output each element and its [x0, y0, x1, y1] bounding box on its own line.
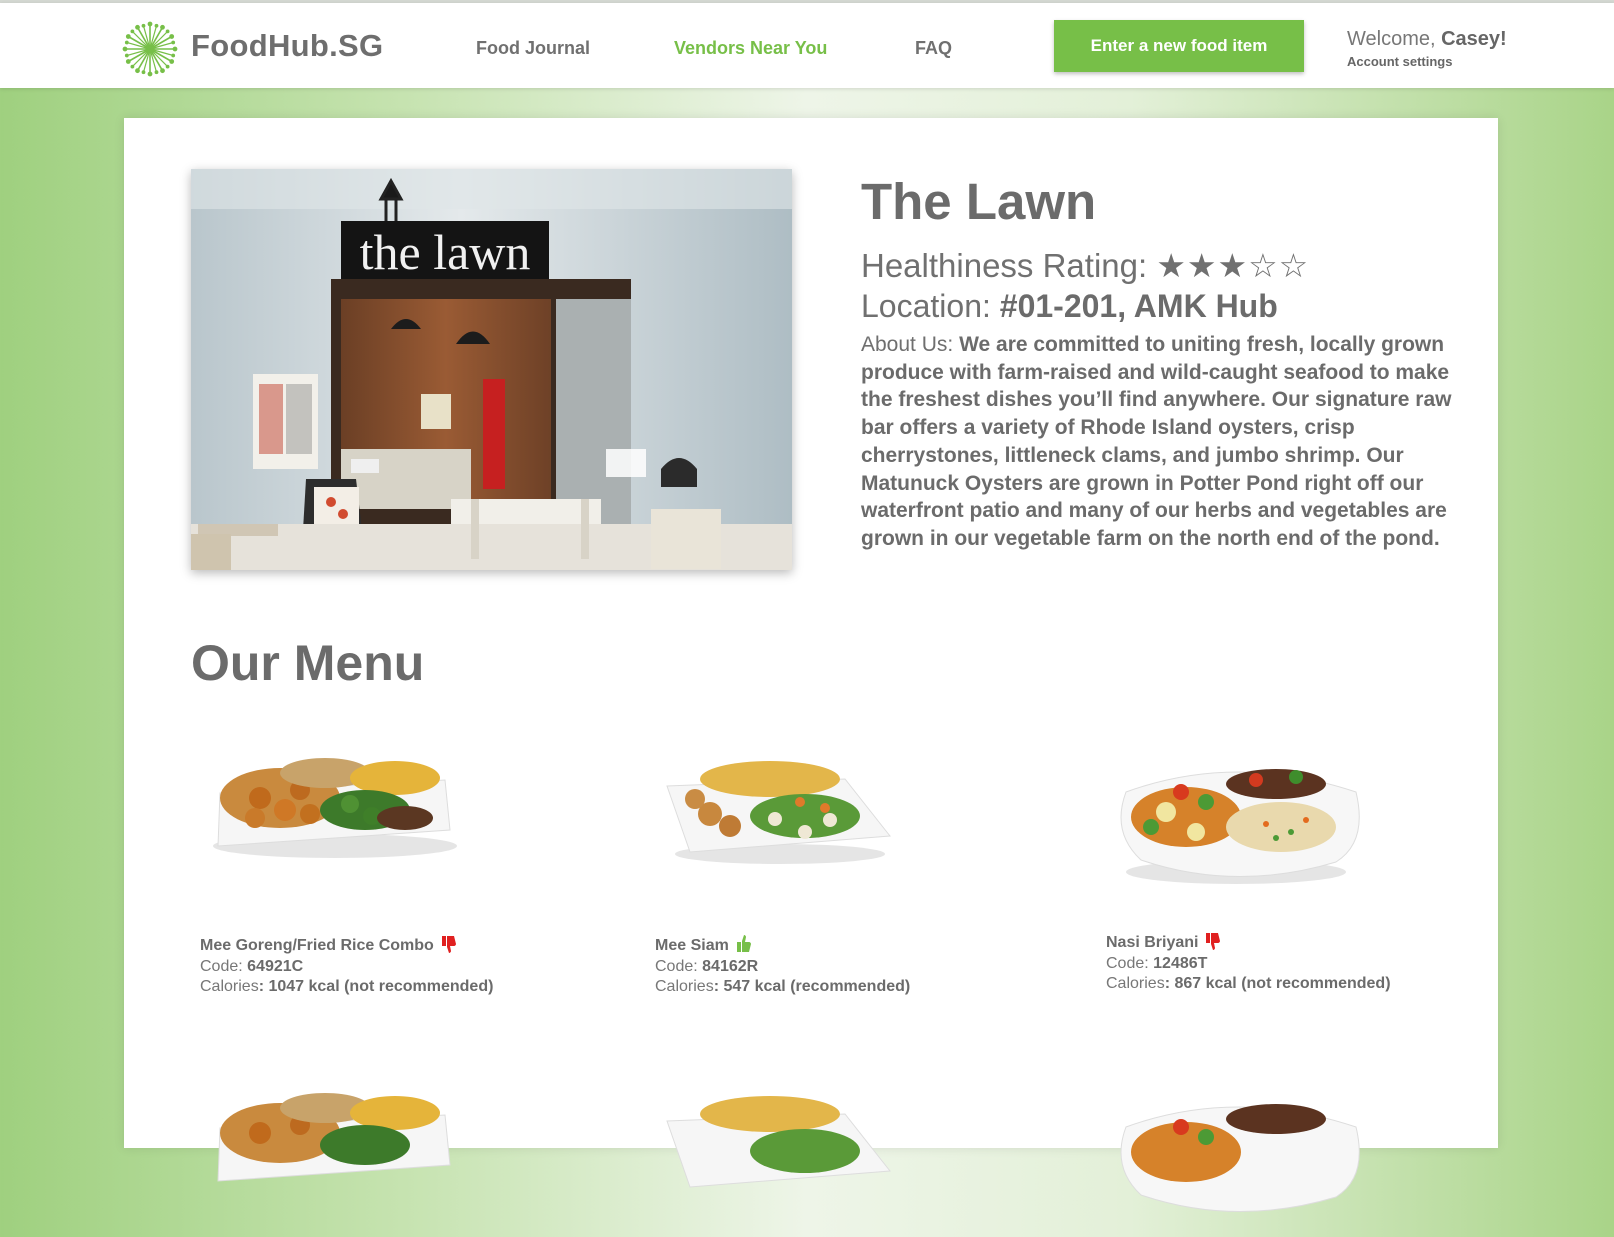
vendor-name: The Lawn: [861, 173, 1097, 230]
healthiness-rating: Healthiness Rating: ★★★☆☆: [861, 246, 1309, 285]
calories-label: Calories: [1106, 975, 1165, 992]
vendor-card: the lawn The Lawn Healthiness Rating: ★★…: [124, 118, 1498, 1212]
nav-faq[interactable]: FAQ: [915, 38, 952, 59]
menu-item-name: Mee Goreng/Fried Rice Combo: [200, 937, 434, 954]
vendor-photo: the lawn: [191, 169, 792, 570]
user-name: Casey!: [1441, 28, 1507, 50]
site-header: FoodHub.SG Food Journal Vendors Near You…: [0, 3, 1614, 88]
menu-item-calories: : 867 kcal (not recommended): [1164, 975, 1391, 992]
nav-food-journal[interactable]: Food Journal: [476, 38, 590, 59]
thumbs-down-icon: [1206, 933, 1221, 950]
rating-stars: ★★★☆☆: [1156, 247, 1310, 284]
code-label: Code:: [200, 957, 248, 975]
dish-image: [1120, 1104, 1360, 1212]
thumbs-down-icon: [441, 936, 456, 953]
vendor-location: Location: #01-201, AMK Hub: [861, 288, 1278, 325]
rating-label: Healthiness Rating:: [861, 247, 1157, 284]
location-value: #01-201, AMK Hub: [999, 288, 1278, 324]
welcome-message: Welcome, Casey!: [1347, 28, 1507, 51]
thumbs-up-icon: [736, 935, 751, 952]
about-us: About Us: We are committed to uniting fr…: [861, 331, 1481, 553]
menu-item-calories: : 1047 kcal (not recommended): [258, 978, 494, 995]
dish-image: [666, 761, 891, 864]
menu-item-code: 64921C: [247, 957, 304, 975]
enter-food-item-button[interactable]: Enter a new food item: [1054, 20, 1304, 72]
code-label: Code:: [655, 957, 703, 975]
dish-image: [213, 758, 457, 858]
location-label: Location:: [861, 288, 1000, 324]
nav-vendors-near-you[interactable]: Vendors Near You: [674, 38, 827, 59]
welcome-prefix: Welcome,: [1347, 28, 1442, 50]
menu-item-name: Mee Siam: [655, 937, 729, 954]
menu-item-calories: : 547 kcal (recommended): [713, 978, 911, 995]
about-text: We are committed to uniting fresh, local…: [861, 333, 1452, 550]
menu-item-name: Nasi Briyani: [1106, 934, 1199, 951]
menu-item-info: Mee Goreng/Fried Rice Combo Code: 64921C…: [200, 934, 600, 998]
about-label: About Us:: [861, 333, 960, 356]
menu-item-code: 12486T: [1153, 954, 1208, 972]
menu-item-info: Nasi Briyani Code: 12486T Calories: 867 …: [1106, 931, 1506, 995]
brand-name[interactable]: FoodHub.SG: [191, 28, 383, 64]
dish-image: [217, 1093, 451, 1182]
calories-label: Calories: [655, 978, 714, 995]
menu-title: Our Menu: [191, 635, 425, 691]
calories-label: Calories: [200, 978, 259, 995]
account-settings-link[interactable]: Account settings: [1347, 54, 1452, 69]
dish-image: [1120, 769, 1360, 884]
code-label: Code:: [1106, 954, 1154, 972]
photo-sign-text: the lawn: [360, 224, 531, 280]
menu-item-code: 84162R: [702, 957, 759, 975]
logo-icon[interactable]: [122, 21, 178, 77]
dish-image: [666, 1096, 891, 1188]
menu-item-info: Mee Siam Code: 84162R Calories: 547 kcal…: [655, 934, 1055, 998]
